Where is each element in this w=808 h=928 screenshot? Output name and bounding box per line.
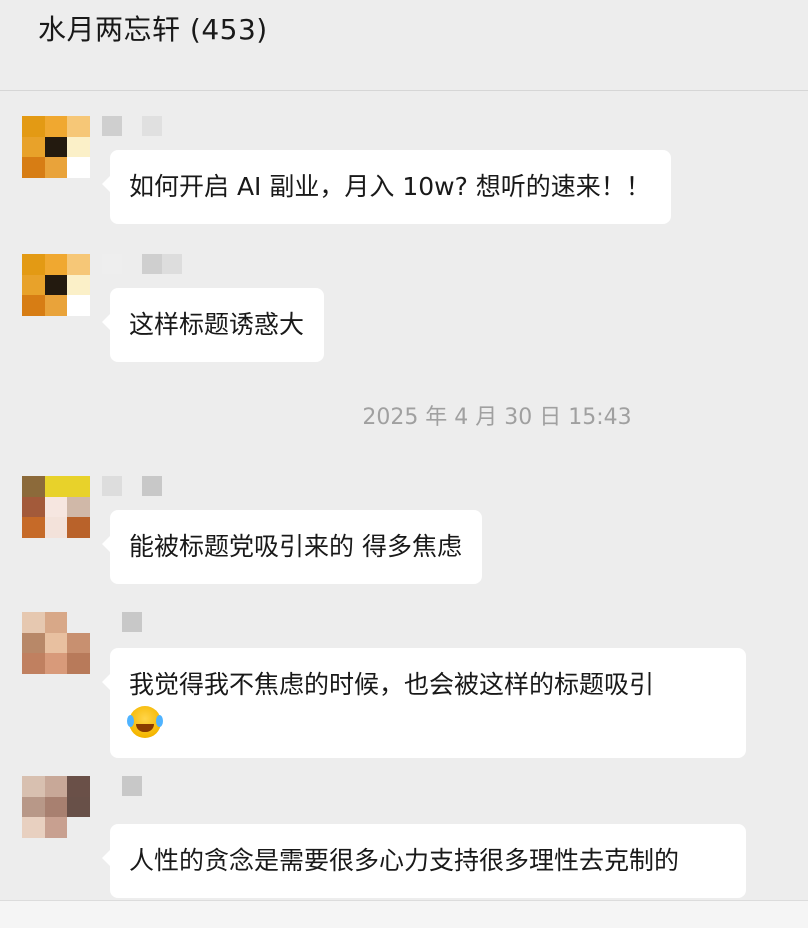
message-text: 如何开启 AI 副业，月入 10w? 想听的速来！！	[129, 172, 651, 201]
message-bubble[interactable]: 我觉得我不焦虑的时候，也会被这样的标题吸引	[102, 648, 746, 758]
message-text: 人性的贪念是需要很多心力支持很多理性去克制的	[129, 846, 680, 875]
message-bubble[interactable]: 这样标题诱惑大	[101, 288, 325, 362]
timestamp-divider: 2025 年 4 月 30 日 15:43	[362, 405, 632, 430]
avatar[interactable]	[22, 254, 90, 316]
avatar[interactable]	[22, 116, 90, 178]
message-text: 我觉得我不焦虑的时候，也会被这样的标题吸引	[129, 670, 655, 699]
crying-laughing-emoji	[127, 706, 161, 738]
message-bubble[interactable]: 如何开启 AI 副业，月入 10w? 想听的速来！！	[102, 150, 671, 224]
message-list[interactable]: 如何开启 AI 副业，月入 10w? 想听的速来！！ 这样标题诱惑大 2025 …	[0, 92, 808, 900]
group-title[interactable]: 水月两忘轩 (453)	[38, 10, 268, 50]
message-text: 能被标题党吸引来的 得多焦虑	[129, 532, 462, 561]
avatar[interactable]	[22, 612, 90, 674]
chat-header: 水月两忘轩 (453)	[0, 0, 808, 91]
input-bar[interactable]	[0, 900, 808, 928]
message-bubble[interactable]: 能被标题党吸引来的 得多焦虑	[102, 510, 482, 584]
message-text: 这样标题诱惑大	[129, 310, 305, 339]
message-bubble[interactable]: 人性的贪念是需要很多心力支持很多理性去克制的	[102, 824, 746, 898]
avatar[interactable]	[22, 476, 90, 538]
avatar[interactable]	[22, 776, 90, 838]
